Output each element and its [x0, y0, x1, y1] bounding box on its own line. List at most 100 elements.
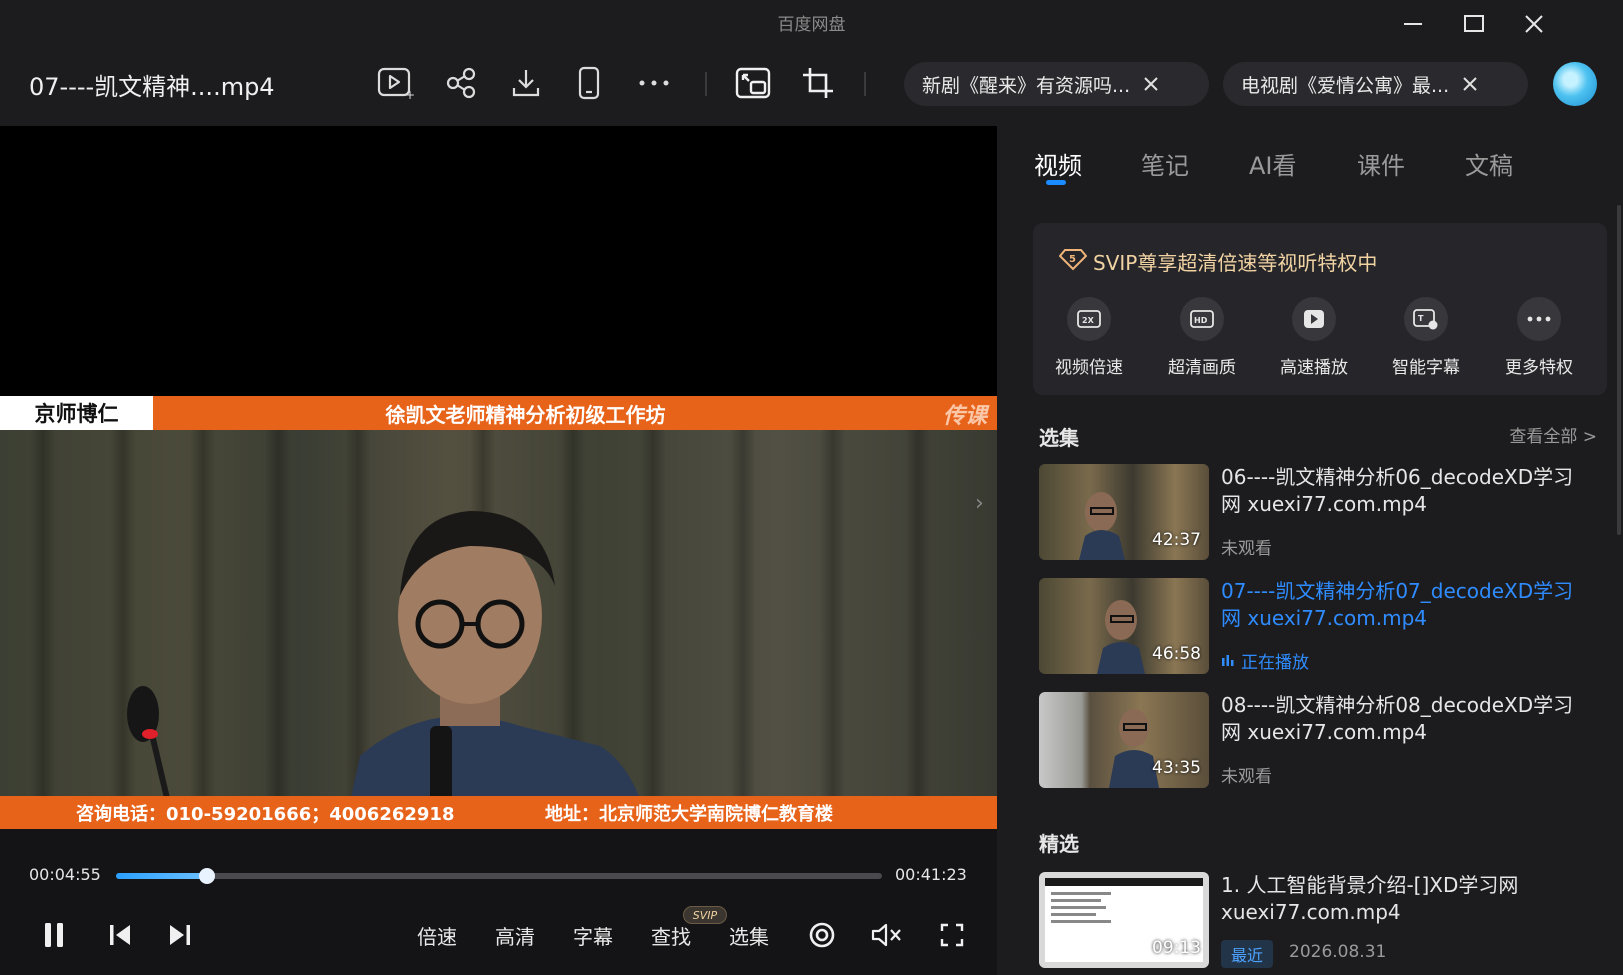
video-address: 地址：北京师范大学南院博仁教育楼: [545, 804, 833, 825]
mute-icon[interactable]: [868, 915, 904, 955]
feature-label: 视频倍速: [1055, 358, 1123, 378]
search-button[interactable]: 查找: [651, 921, 691, 950]
quality-button[interactable]: 高清: [495, 921, 535, 950]
speed-2x-icon: 2X: [1067, 297, 1111, 341]
svip-card: 5 SVIP尊享超清倍速等视听特权中 2X 视频倍速 HD 超清画质 高速播放: [1033, 223, 1607, 395]
crop-icon[interactable]: [795, 60, 841, 106]
search-chip-2[interactable]: 电视剧《爱情公寓》最...: [1223, 62, 1528, 106]
target-icon[interactable]: [804, 915, 840, 955]
feature-label: 超清画质: [1168, 358, 1236, 378]
current-time: 00:04:55: [29, 865, 101, 884]
previous-icon[interactable]: [102, 915, 138, 955]
svg-text:HD: HD: [1194, 316, 1208, 325]
video-course-title: 徐凯文老师精神分析初级工作坊: [385, 402, 666, 427]
equalizer-icon: [1221, 651, 1235, 671]
tab-underline: [1046, 180, 1066, 185]
progress-fill: [116, 873, 208, 879]
feature-smart-subtitle[interactable]: T 智能字幕: [1381, 297, 1471, 378]
chip-close-icon[interactable]: [1140, 73, 1162, 95]
progress-bar[interactable]: [116, 868, 882, 884]
episode-item[interactable]: 43:35 08----凯文精神分析08_decodeXD学习网 xuexi77…: [1039, 692, 1599, 788]
download-icon[interactable]: [503, 60, 549, 106]
play-list-icon[interactable]: +: [373, 60, 419, 106]
episode-item[interactable]: 42:37 06----凯文精神分析06_decodeXD学习网 xuexi77…: [1039, 464, 1599, 560]
share-icon[interactable]: [438, 60, 484, 106]
app-window: 百度网盘 07----凯文精神....mp4 + 新剧《醒来》有资源吗... 电…: [0, 0, 1623, 975]
hd-icon: HD: [1180, 297, 1224, 341]
fullscreen-icon[interactable]: [934, 915, 970, 955]
video-phone: 咨询电话：010-59201666；4006262918: [76, 804, 455, 825]
video-player[interactable]: 京师博仁 徐凯文老师精神分析初级工作坊 传课 咨询电话：010-59201666…: [0, 126, 997, 829]
episode-title: 06----凯文精神分析06_decodeXD学习网 xuexi77.com.m…: [1221, 465, 1574, 516]
episode-status: 未观看: [1221, 767, 1272, 787]
feature-hd[interactable]: HD 超清画质: [1157, 297, 1247, 378]
feature-fast-play[interactable]: 高速播放: [1269, 297, 1359, 378]
speed-button[interactable]: 倍速: [417, 921, 457, 950]
episode-thumbnail: 42:37: [1039, 464, 1209, 560]
episode-title: 07----凯文精神分析07_decodeXD学习网 xuexi77.com.m…: [1221, 579, 1574, 630]
episodes-button[interactable]: 选集: [729, 921, 769, 950]
feature-speed[interactable]: 2X 视频倍速: [1044, 297, 1134, 378]
sidebar-tabs: 视频 笔记 AI看 课件 文稿: [997, 126, 1623, 196]
featured-thumbnail: 09:13: [1039, 872, 1209, 968]
file-title: 07----凯文精神....mp4: [29, 73, 275, 101]
feature-label: 智能字幕: [1392, 358, 1460, 378]
next-icon[interactable]: [162, 915, 198, 955]
sidebar: 视频 笔记 AI看 课件 文稿 5 SVIP尊享超清倍速等视听特权中 2X 视频…: [997, 126, 1623, 975]
svg-text:2X: 2X: [1082, 316, 1095, 325]
episode-status: 未观看: [1221, 539, 1272, 559]
featured-duration: 09:13: [1152, 938, 1201, 958]
close-icon[interactable]: [1509, 6, 1559, 42]
progress-knob[interactable]: [199, 868, 216, 884]
avatar[interactable]: [1553, 62, 1597, 106]
fast-play-icon: [1292, 297, 1336, 341]
minimize-icon[interactable]: [1388, 6, 1438, 42]
episode-duration: 42:37: [1152, 530, 1201, 550]
video-banner-top: 京师博仁 徐凯文老师精神分析初级工作坊 传课: [0, 396, 997, 430]
sidebar-scrollbar[interactable]: [1617, 205, 1621, 535]
toolbar-separator: [864, 72, 866, 96]
episode-title: 08----凯文精神分析08_decodeXD学习网 xuexi77.com.m…: [1221, 693, 1574, 744]
video-brand: 京师博仁: [0, 396, 153, 430]
feature-more[interactable]: 更多特权: [1494, 297, 1584, 378]
video-frame: [0, 396, 997, 829]
video-banner-bottom: 咨询电话：010-59201666；4006262918 地址：北京师范大学南院…: [0, 796, 997, 829]
total-time: 00:41:23: [895, 865, 967, 884]
episode-duration: 43:35: [1152, 758, 1201, 778]
featured-date: 2026.08.31: [1289, 942, 1387, 962]
diamond-icon: 5: [1058, 247, 1088, 275]
episodes-section-title: 选集: [1039, 426, 1079, 450]
pause-icon[interactable]: [36, 915, 72, 955]
svip-title: SVIP尊享超清倍速等视听特权中: [1093, 251, 1378, 275]
svg-text:5: 5: [1069, 254, 1076, 265]
featured-section-title: 精选: [1039, 832, 1079, 856]
tab-video[interactable]: 视频: [1034, 146, 1082, 181]
pip-icon[interactable]: [730, 60, 776, 106]
search-chip-1[interactable]: 新剧《醒来》有资源吗...: [904, 62, 1209, 106]
more-icon[interactable]: [631, 60, 677, 106]
tab-transcript[interactable]: 文稿: [1465, 146, 1513, 181]
chip-text: 新剧《醒来》有资源吗...: [922, 74, 1131, 97]
subtitle-button[interactable]: 字幕: [573, 921, 613, 950]
featured-item[interactable]: 09:13 1. 人工智能背景介绍-[]XD学习网 xuexi77.com.mp…: [1039, 872, 1599, 968]
episode-status-playing: 正在播放: [1221, 648, 1309, 673]
tab-ai[interactable]: AI看: [1249, 146, 1297, 181]
subtitle-icon: T: [1404, 297, 1448, 341]
phone-icon[interactable]: [566, 60, 612, 106]
tab-courseware[interactable]: 课件: [1357, 146, 1405, 181]
chip-text: 电视剧《爱情公寓》最...: [1241, 74, 1450, 97]
chip-close-icon[interactable]: [1459, 73, 1481, 95]
title-bar: 百度网盘 07----凯文精神....mp4 + 新剧《醒来》有资源吗... 电…: [0, 0, 1623, 126]
episode-item-playing[interactable]: 46:58 07----凯文精神分析07_decodeXD学习网 xuexi77…: [1039, 578, 1599, 674]
featured-title: 1. 人工智能背景介绍-[]XD学习网 xuexi77.com.mp4: [1221, 873, 1519, 924]
see-all-link[interactable]: 查看全部 >: [1509, 422, 1597, 447]
maximize-icon[interactable]: [1449, 6, 1499, 42]
episode-duration: 46:58: [1152, 644, 1201, 664]
recent-badge: 最近: [1221, 940, 1273, 968]
video-watermark: 传课: [942, 404, 987, 429]
speaker-figure: [127, 511, 997, 829]
feature-label: 高速播放: [1280, 358, 1348, 378]
player-controls: 00:04:55 00:41:23 倍速 高清 字幕 SVIP 查找 选集: [0, 829, 997, 975]
chevron-right-icon[interactable]: ›: [975, 491, 984, 516]
tab-notes[interactable]: 笔记: [1141, 146, 1189, 181]
